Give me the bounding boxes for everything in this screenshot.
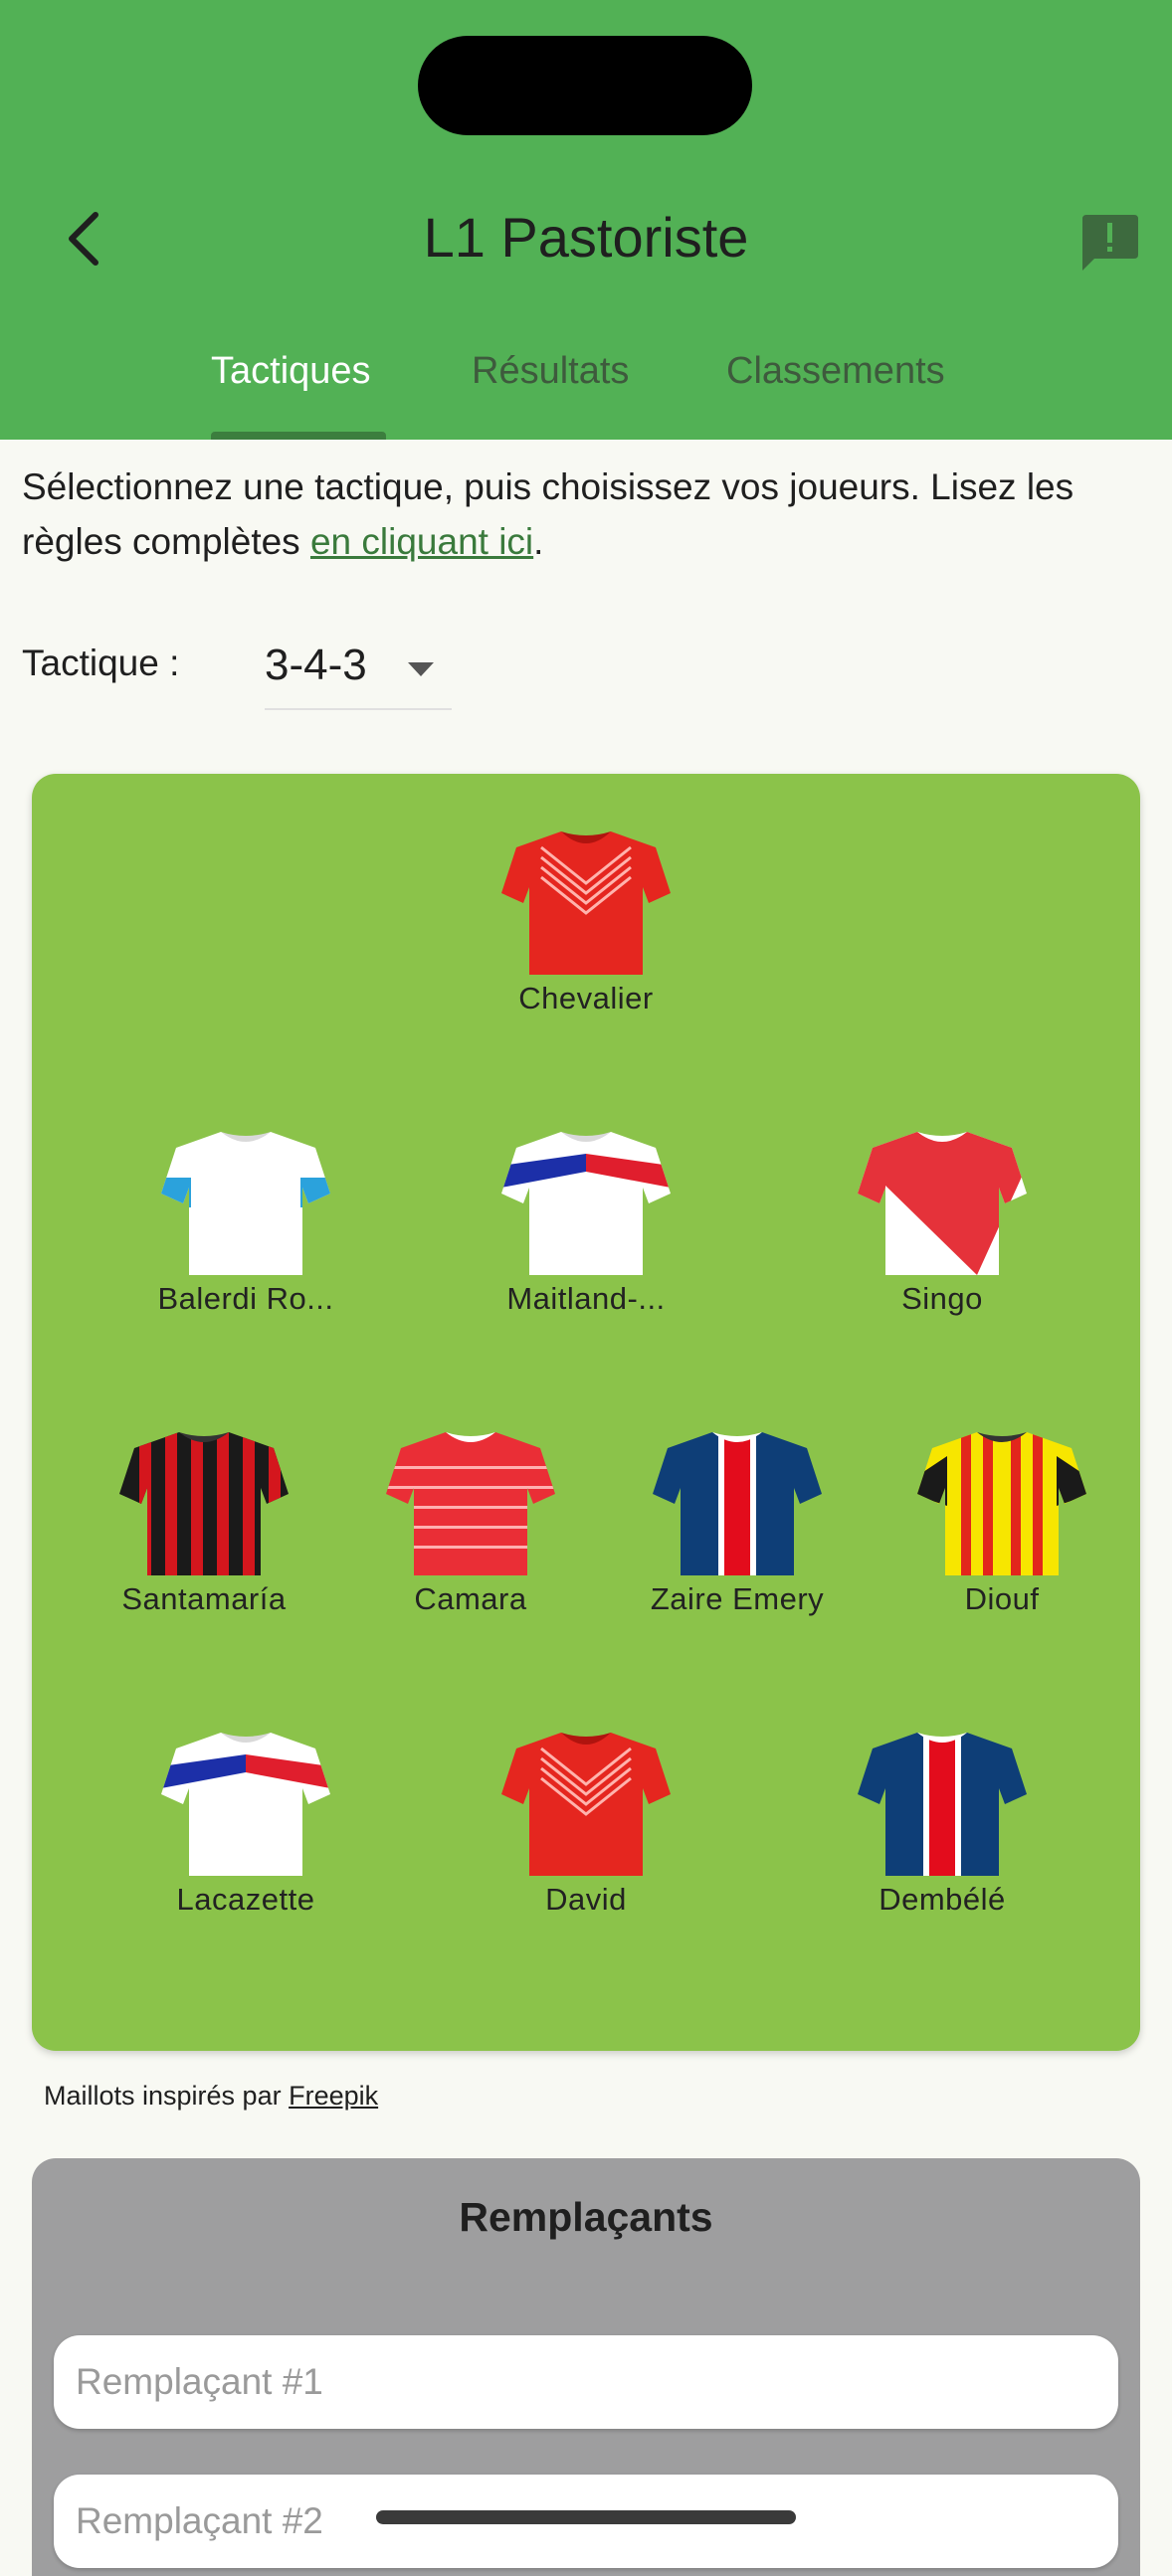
tab-resultats[interactable]: Résultats: [472, 350, 629, 393]
player-midfielder-4[interactable]: Diouf: [887, 1426, 1116, 1617]
player-name: Balerdi Ro...: [157, 1281, 334, 1316]
tab-classements[interactable]: Classements: [726, 350, 945, 393]
player-name: Maitland-...: [506, 1281, 666, 1316]
player-forward-1[interactable]: Lacazette: [131, 1727, 360, 1918]
substitute-input-1[interactable]: [54, 2335, 1118, 2429]
report-icon: [1082, 215, 1138, 271]
tactic-label: Tactique :: [22, 643, 180, 683]
jersey-white-blue-red-icon: [161, 1733, 330, 1876]
substitutes-title: Remplaçants: [459, 2194, 713, 2240]
player-name: Lacazette: [176, 1882, 315, 1917]
player-goalkeeper[interactable]: Chevalier: [472, 826, 700, 1016]
jersey-credit: Maillots inspirés par Freepik: [44, 2081, 378, 2112]
rules-link[interactable]: en cliquant ici: [310, 521, 533, 562]
player-name: Diouf: [964, 1581, 1040, 1616]
player-midfielder-3[interactable]: Zaire Emery: [623, 1426, 852, 1617]
player-name: Camara: [414, 1581, 527, 1616]
freepik-link[interactable]: Freepik: [289, 2081, 378, 2111]
intro-body: Sélectionnez une tactique, puis choisiss…: [22, 466, 1074, 562]
credit-text: Maillots inspirés par: [44, 2081, 290, 2111]
tab-bar: Tactiques Résultats Classements: [0, 350, 1172, 440]
player-defender-2[interactable]: Maitland-...: [472, 1126, 700, 1317]
dynamic-island: [418, 36, 752, 135]
jersey-white-sky-icon: [161, 1132, 330, 1275]
player-midfielder-2[interactable]: Camara: [356, 1426, 585, 1617]
app-bar: L1 Pastoriste Tactiques Résultats Classe…: [0, 0, 1172, 440]
jersey-red-chevron-icon: [501, 1733, 671, 1876]
pitch: Chevalier Balerdi Ro... Maitland-... Sin…: [32, 774, 1140, 2051]
jersey-navy-red-stripe-icon: [653, 1432, 822, 1575]
player-name: Santamaría: [121, 1581, 287, 1616]
player-name: Dembélé: [879, 1882, 1006, 1917]
player-name: Singo: [901, 1281, 983, 1316]
jersey-navy-red-stripe-icon: [858, 1733, 1027, 1876]
player-forward-3[interactable]: Dembélé: [828, 1727, 1057, 1918]
home-indicator: [376, 2510, 796, 2524]
jersey-red-white-diagonal-icon: [858, 1132, 1027, 1275]
page-title: L1 Pastoriste: [423, 206, 749, 269]
player-name: Zaire Emery: [650, 1581, 825, 1616]
report-button[interactable]: [1076, 209, 1142, 275]
player-name: Chevalier: [518, 981, 654, 1015]
intro-text: Sélectionnez une tactique, puis choisiss…: [22, 460, 1156, 569]
player-name: David: [545, 1882, 627, 1917]
player-defender-3[interactable]: Singo: [828, 1126, 1057, 1317]
jersey-red-chevron-icon: [501, 831, 671, 975]
tactic-value: 3-4-3: [265, 641, 367, 689]
jersey-white-blue-red-icon: [501, 1132, 671, 1275]
tab-indicator: [211, 432, 386, 440]
jersey-yellow-red-stripes-icon: [917, 1432, 1086, 1575]
jersey-red-black-stripes-icon: [119, 1432, 289, 1575]
tab-tactiques[interactable]: Tactiques: [211, 350, 371, 393]
player-midfielder-1[interactable]: Santamaría: [90, 1426, 318, 1617]
dropdown-caret-icon: [408, 662, 434, 676]
intro-suffix: .: [533, 521, 544, 562]
player-forward-2[interactable]: David: [472, 1727, 700, 1918]
jersey-red-hoops-icon: [386, 1432, 555, 1575]
tactic-dropdown[interactable]: 3-4-3: [265, 633, 452, 710]
player-defender-1[interactable]: Balerdi Ro...: [131, 1126, 360, 1317]
